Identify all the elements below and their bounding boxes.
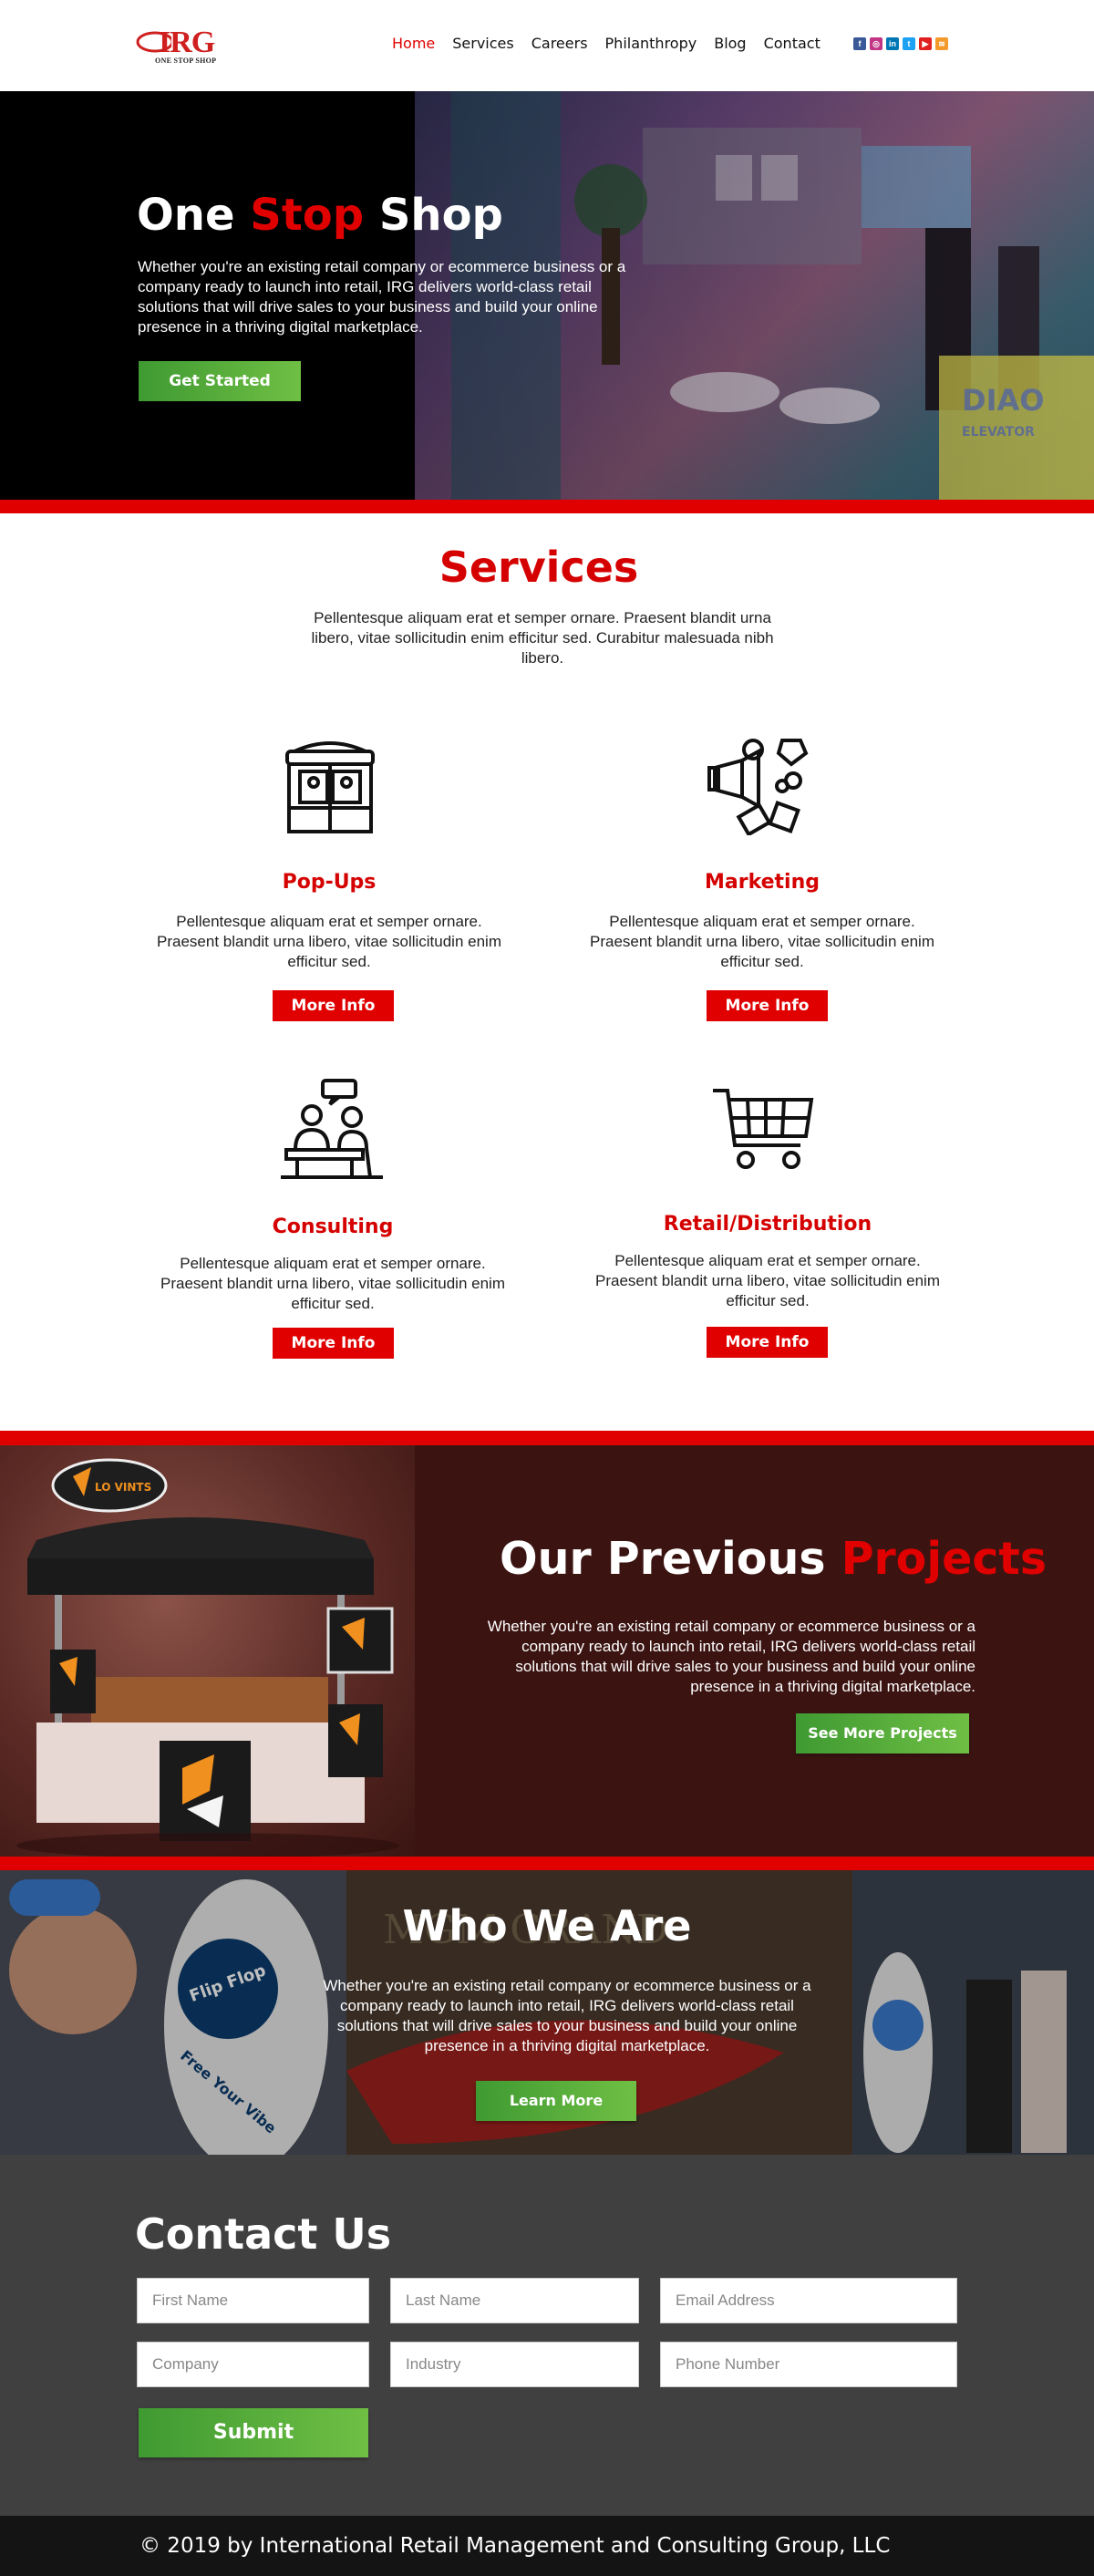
youtube-icon[interactable]: ▶ [919,37,932,50]
red-divider [0,500,1094,513]
contact-section: Contact Us First Name Last Name Email Ad… [0,2155,1094,2516]
instagram-icon[interactable]: ◎ [870,37,882,50]
nav-services[interactable]: Services [452,35,513,52]
red-divider [0,1857,1094,1870]
meeting-icon [281,1079,383,1179]
services-title: Services [439,543,639,592]
get-started-button[interactable]: Get Started [139,361,301,401]
consulting-more-info-button[interactable]: More Info [273,1328,394,1359]
email-field[interactable]: Email Address [660,2278,957,2323]
phone-field[interactable]: Phone Number [660,2342,957,2387]
company-field[interactable]: Company [137,2342,369,2387]
shopping-cart-icon [713,1089,814,1169]
who-description: Whether you're an existing retail compan… [323,1977,811,2054]
projects-title: Our Previous Projects [500,1533,1047,1585]
nav-blog[interactable]: Blog [714,35,746,52]
logo-text: IRG [159,26,215,59]
see-more-projects-button[interactable]: See More Projects [796,1713,969,1754]
service-text-consulting: Pellentesque aliquam erat et semper orna… [160,1255,505,1312]
copyright-text: © 2019 by International Retail Managemen… [139,2534,891,2558]
service-text-marketing: Pellentesque aliquam erat et semper orna… [590,913,934,970]
rss-icon[interactable]: ≋ [935,37,948,50]
projects-section: LO VINTS Our Previous Projects Whether y… [0,1431,1094,1857]
learn-more-button[interactable]: Learn More [476,2081,636,2121]
who-we-are-section: Flip Flop Free Your Vibe MGM GRAND Who W… [0,1870,1094,2155]
who-title: Who We Are [402,1901,692,1950]
kiosk-icon [285,741,375,833]
retail-more-info-button[interactable]: More Info [707,1327,828,1358]
contact-title: Contact Us [135,2209,392,2259]
booth-project-photo: LO VINTS [0,1431,415,1857]
site-footer: © 2019 by International Retail Managemen… [0,2516,1094,2576]
last-name-field[interactable]: Last Name [390,2278,639,2323]
submit-button[interactable]: Submit [139,2408,368,2457]
services-intro: Pellentesque aliquam erat et semper orna… [311,609,774,667]
hero-title: One Stop Shop [137,190,503,241]
service-text-retail: Pellentesque aliquam erat et semper orna… [595,1252,940,1309]
projects-description: Whether you're an existing retail compan… [487,1618,975,1695]
popups-more-info-button[interactable]: More Info [273,990,394,1021]
social-links: f ◎ in t ▶ ≋ [853,37,948,50]
logo-tagline: ONE STOP SHOP [155,57,217,65]
hero-section: DIAO ELEVATOR One Stop Shop Whether you'… [0,91,1094,500]
twitter-icon[interactable]: t [903,37,915,50]
booth-brand-text: LO VINTS [95,1481,151,1494]
megaphone-icon [707,739,809,835]
linkedin-icon[interactable]: in [886,37,899,50]
irg-logo[interactable]: IRG ONE STOP SHOP [135,26,233,66]
service-title-consulting: Consulting [272,1216,394,1238]
facebook-icon[interactable]: f [853,37,866,50]
first-name-field[interactable]: First Name [137,2278,369,2323]
service-title-retail: Retail/Distribution [663,1213,872,1236]
industry-field[interactable]: Industry [390,2342,639,2387]
hero-description: Whether you're an existing retail compan… [138,258,626,336]
service-title-marketing: Marketing [704,871,820,894]
service-title-popups: Pop-Ups [282,871,377,894]
service-text-popups: Pellentesque aliquam erat et semper orna… [157,913,501,970]
nav-careers[interactable]: Careers [532,35,588,52]
main-nav: Home Services Careers Philanthropy Blog … [392,35,838,52]
nav-contact[interactable]: Contact [764,35,820,52]
nav-philanthropy[interactable]: Philanthropy [605,35,697,52]
site-header: IRG ONE STOP SHOP Home Services Careers … [0,0,1094,91]
red-divider [0,1431,1094,1445]
nav-home[interactable]: Home [392,35,435,52]
marketing-more-info-button[interactable]: More Info [707,990,828,1021]
